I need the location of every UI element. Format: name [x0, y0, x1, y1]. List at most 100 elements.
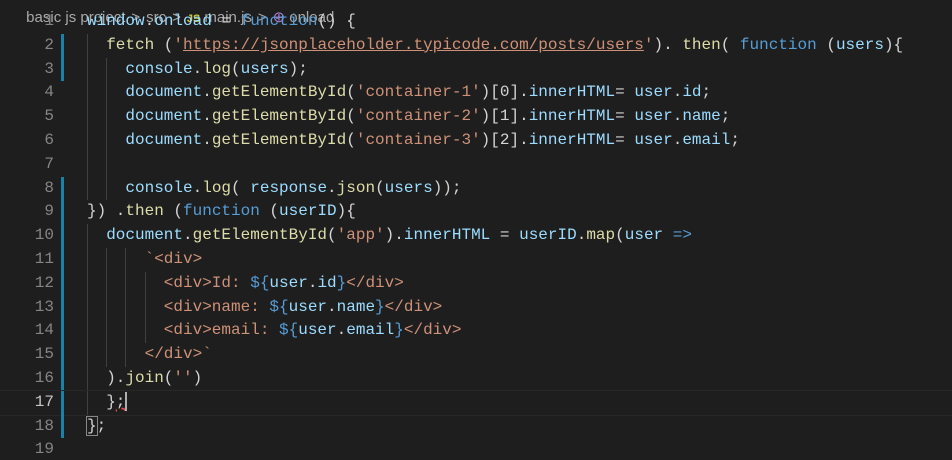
indent-guide: [87, 224, 88, 248]
token-fn: getElementById: [192, 226, 328, 245]
git-gutter-marker[interactable]: [61, 390, 64, 415]
git-gutter-marker[interactable]: [61, 319, 64, 344]
token-var: user: [624, 226, 664, 245]
indent-guide: [106, 105, 108, 129]
indent-guide: [125, 343, 127, 367]
code-line[interactable]: 2 fetch ('https://jsonplaceholder.typicod…: [0, 33, 952, 58]
code-line[interactable]: 1 window.onload = function() {: [0, 10, 952, 34]
git-gutter-marker[interactable]: [61, 343, 64, 367]
code-line[interactable]: 14 <div>email: ${user.email}</div>: [0, 319, 952, 344]
code-line[interactable]: 8 console.log( response.json(users));: [0, 176, 952, 201]
git-gutter-marker[interactable]: [61, 271, 64, 296]
indent-guide: [106, 271, 108, 296]
token-pun: ).: [653, 35, 683, 54]
token-var: users: [240, 59, 289, 78]
token-var: document: [106, 226, 183, 245]
code-editor[interactable]: 1 window.onload = function() {2 fetch ('ht…: [0, 10, 952, 460]
token-kw: }: [336, 273, 347, 292]
git-gutter-marker[interactable]: [61, 224, 64, 248]
git-gutter-marker[interactable]: [61, 81, 64, 105]
code-line[interactable]: 10 document.getElementById('app').innerHT…: [0, 224, 952, 248]
token-pun: (: [346, 130, 356, 149]
token-pun: .: [672, 83, 683, 102]
git-gutter-marker[interactable]: [61, 153, 64, 177]
code-line[interactable]: 18};: [0, 414, 952, 439]
code-line[interactable]: 19: [0, 438, 952, 460]
git-gutter-marker[interactable]: [61, 33, 64, 58]
indent-guide: [87, 33, 88, 58]
token-var: id: [682, 83, 702, 102]
line-number: 3: [44, 59, 54, 78]
git-gutter-marker[interactable]: [61, 366, 64, 391]
token-str: 'app': [336, 226, 385, 245]
token-pun: .: [336, 321, 347, 340]
token-pun: .: [672, 107, 683, 126]
code-line[interactable]: 12 <div>Id: ${user.id}</div>: [0, 271, 952, 296]
token-pun: [663, 226, 673, 244]
token-var: document: [125, 83, 203, 102]
code-text: console.log( response.json(users));: [125, 177, 461, 201]
git-gutter-marker[interactable]: [61, 295, 64, 320]
token-pun: .: [183, 226, 193, 245]
code-line[interactable]: 3 console.log(users);: [0, 57, 952, 82]
indent-guide: [106, 152, 108, 177]
code-line[interactable]: 17};: [0, 389, 952, 416]
token-var: document: [125, 107, 203, 126]
git-gutter-marker[interactable]: [61, 438, 64, 460]
token-str: <div>name:: [163, 297, 270, 316]
code-line[interactable]: 6 document.getElementById('container-3')[…: [0, 128, 952, 153]
token-pun: );: [288, 59, 308, 78]
git-gutter-marker[interactable]: [61, 247, 64, 272]
code-line[interactable]: 5 document.getElementById('container-2')[…: [0, 105, 952, 129]
line-number: 5: [44, 107, 54, 126]
breadcrumb: basic js project > src > JS main.js > ⊕ onload: [22, 0, 334, 26]
token-var: window: [87, 12, 145, 30]
code-line[interactable]: 4 document.getElementById('container-1')[…: [0, 81, 952, 106]
token-pun: .: [192, 178, 203, 197]
token-var: users: [835, 35, 884, 54]
line-number: 1: [44, 12, 54, 30]
git-gutter-marker[interactable]: [61, 105, 64, 129]
code-line[interactable]: 13 <div>name: ${user.name}</div>: [0, 295, 952, 320]
code-line[interactable]: 11 `<div>: [0, 247, 952, 272]
code-text: document.getElementById('container-2')[1…: [125, 105, 730, 129]
token-pun: .: [144, 12, 155, 30]
code-text: };: [106, 391, 128, 415]
code-line[interactable]: 16).join(''): [0, 366, 952, 391]
git-gutter-marker[interactable]: [61, 200, 64, 225]
token-fn: getElementById: [211, 83, 347, 102]
token-fn: fetch: [106, 35, 155, 54]
token-var: console: [125, 59, 193, 78]
token-str: <div>email:: [163, 321, 280, 340]
indent-guide: [125, 319, 127, 344]
git-gutter-marker[interactable]: [61, 10, 64, 34]
token-str: 'container-2': [355, 107, 481, 126]
token-fn: getElementById: [211, 107, 347, 126]
token-pun: (: [720, 35, 740, 54]
indent-guide: [87, 176, 88, 201]
git-gutter-marker[interactable]: [61, 414, 64, 439]
token-var: response: [250, 178, 328, 197]
code-text: `<div>: [145, 248, 203, 272]
token-var: users: [384, 178, 433, 197]
indent-guide: [87, 152, 88, 177]
token-pun: (: [346, 83, 356, 102]
indent-guide: [144, 295, 146, 320]
code-line[interactable]: 9}) .then (function (userID){: [0, 200, 952, 225]
git-gutter-marker[interactable]: [61, 57, 64, 82]
token-var: innerHTML: [528, 130, 616, 149]
indent-guide: [106, 176, 108, 201]
git-gutter-marker[interactable]: [61, 176, 64, 201]
code-line[interactable]: 15 </div>`: [0, 343, 952, 367]
token-str: 'container-3': [355, 130, 481, 149]
indent-guide: [106, 81, 108, 106]
git-gutter-marker[interactable]: [61, 129, 64, 153]
line-number: 10: [34, 226, 54, 245]
token-pun: .: [576, 226, 587, 245]
indent-guide: [106, 128, 108, 153]
token-str: </div>`: [144, 345, 212, 364]
code-line[interactable]: 7: [0, 152, 952, 177]
token-pun: ;: [720, 107, 731, 126]
line-number: 13: [34, 297, 54, 316]
indent-guide: [87, 366, 88, 391]
